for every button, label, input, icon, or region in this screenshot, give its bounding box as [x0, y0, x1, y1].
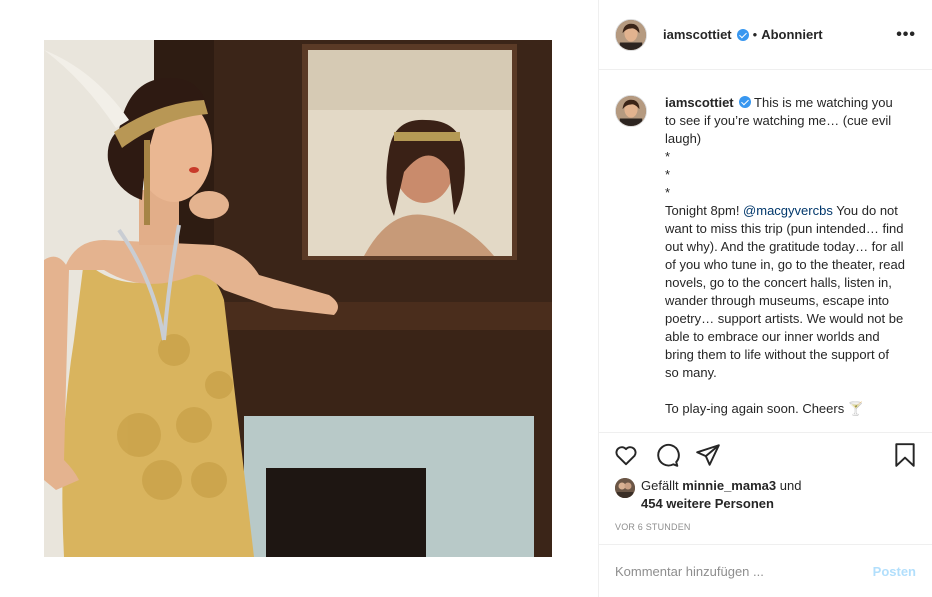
- verified-badge-icon: [736, 28, 749, 41]
- heart-icon[interactable]: [613, 442, 639, 468]
- follow-status-button[interactable]: Abonniert: [761, 27, 822, 42]
- post-timestamp[interactable]: VOR 6 STUNDEN: [615, 522, 691, 532]
- caption-body-part1: This is me watching you to see if you’re…: [665, 95, 893, 218]
- avatar[interactable]: [615, 95, 647, 127]
- likes-prefix: Gefällt: [641, 478, 683, 493]
- comment-bar: Posten: [599, 544, 932, 597]
- caption-row: iamscottiet This is me watching you to s…: [615, 89, 916, 418]
- header-username[interactable]: iamscottiet: [663, 27, 732, 42]
- photo-illustration: [44, 40, 552, 557]
- caption-username[interactable]: iamscottiet: [665, 95, 734, 110]
- post-comment-button[interactable]: Posten: [873, 564, 916, 579]
- caption-mention-link[interactable]: @macgyvercbs: [743, 203, 833, 218]
- avatar[interactable]: [615, 18, 647, 51]
- avatar-image: [616, 96, 646, 126]
- liker-username[interactable]: minnie_mama3: [682, 478, 776, 493]
- bookmark-icon[interactable]: [892, 442, 918, 468]
- likes-text: Gefällt minnie_mama3 und 454 weitere Per…: [641, 477, 801, 513]
- likes-others-link[interactable]: 454 weitere Personen: [641, 496, 774, 511]
- post-header: iamscottiet • Abonniert •••: [599, 0, 932, 70]
- verified-badge-icon: [738, 96, 751, 108]
- liker-avatar[interactable]: [615, 478, 635, 498]
- comment-icon[interactable]: [654, 442, 680, 468]
- media-area: [0, 0, 598, 597]
- caption-area: iamscottiet This is me watching you to s…: [599, 71, 932, 432]
- more-horizontal-icon[interactable]: •••: [896, 26, 916, 44]
- likes-middle: und: [776, 478, 802, 493]
- caption-body-part2: You do not want to miss this trip (pun i…: [665, 203, 905, 416]
- avatar-image: [616, 19, 646, 50]
- separator-dot: •: [752, 27, 758, 42]
- paper-plane-icon[interactable]: [695, 442, 721, 468]
- action-bar: [599, 432, 932, 477]
- likes-summary: Gefällt minnie_mama3 und 454 weitere Per…: [615, 477, 915, 513]
- post-photo[interactable]: [44, 40, 552, 557]
- post-sidebar: iamscottiet • Abonniert ••• iamscottiet …: [598, 0, 932, 597]
- caption-text: iamscottiet This is me watching you to s…: [665, 94, 905, 418]
- comment-input[interactable]: [615, 563, 873, 579]
